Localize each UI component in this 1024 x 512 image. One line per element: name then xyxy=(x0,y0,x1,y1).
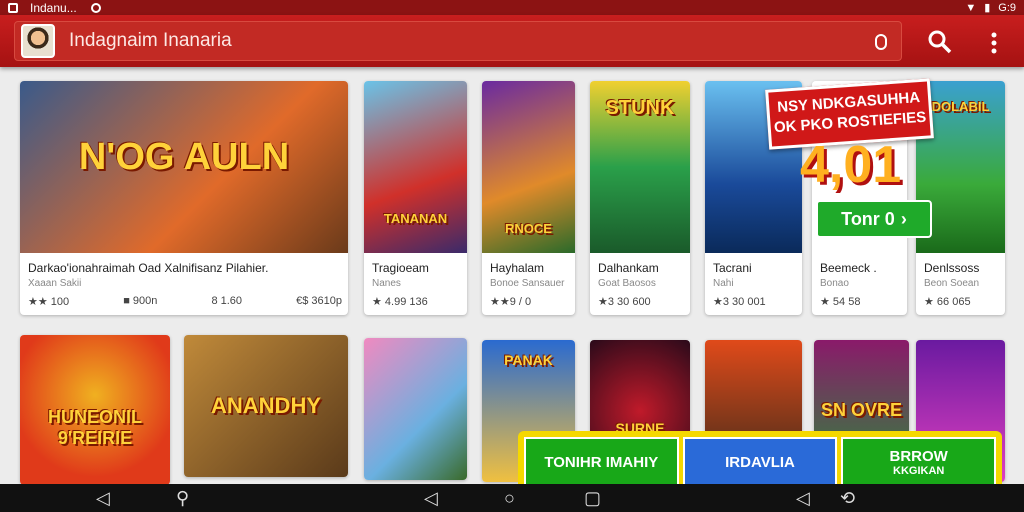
search-icon[interactable] xyxy=(926,29,954,57)
clock: G:9 xyxy=(998,1,1016,14)
game-art: HUNEONIL 9'REIRIE xyxy=(20,335,170,485)
game-title: Denlssoss xyxy=(924,261,980,275)
game-subtitle: Bonao xyxy=(820,278,849,289)
game-art: N'OG AULN xyxy=(20,81,348,253)
game-subtitle: Xaaan Sakii xyxy=(28,278,82,289)
game-rating: ★★9 / 0 xyxy=(490,296,532,308)
game-card[interactable]: HUNEONIL 9'REIRIE xyxy=(20,335,170,485)
sync-icon xyxy=(90,2,101,13)
game-rating: ★★ 100 xyxy=(28,296,70,308)
app-bar: Indagnaim Inanaria xyxy=(0,15,1024,67)
wifi-icon: ▼ xyxy=(965,1,977,14)
promo-button[interactable]: Tonr 0 › xyxy=(816,200,932,238)
search-icon[interactable]: ⚲ xyxy=(176,488,189,508)
game-card[interactable]: RNOCE Hayhalam Bonoe Sansauer ★★9 / 0 xyxy=(482,81,575,315)
game-rating: ★ 4.99 136 xyxy=(372,296,428,308)
game-title: Tacrani xyxy=(713,261,752,275)
game-art: TANANAN xyxy=(364,81,467,253)
back-icon[interactable]: ◁ xyxy=(96,488,110,508)
recents-icon[interactable]: ▢ xyxy=(584,488,601,508)
home-icon[interactable]: ○ xyxy=(504,488,515,508)
game-card[interactable]: ANANDHY xyxy=(184,335,348,477)
game-price: €$ 3610p xyxy=(296,295,342,307)
more-vert-icon[interactable] xyxy=(980,29,1008,57)
back-icon[interactable]: ◁ xyxy=(424,488,438,508)
promo-price: 4,01 xyxy=(800,136,902,194)
rotate-icon[interactable]: ⟲ xyxy=(840,488,855,508)
mic-icon[interactable] xyxy=(875,34,887,50)
status-app-name: Indanu... xyxy=(30,0,77,15)
action-button-3[interactable]: BRROW KKGIKAN xyxy=(841,437,997,487)
game-subtitle: Goat Baosos xyxy=(598,278,656,289)
avatar[interactable] xyxy=(21,24,55,58)
status-bar: Indanu... ▼ ▮ G:9 xyxy=(0,0,1024,15)
action-button-1[interactable]: TONIHR IMAHIY xyxy=(524,437,679,487)
game-card[interactable]: STUNK Dalhankam Goat Baosos ★3 30 600 xyxy=(590,81,690,315)
game-art: STUNK xyxy=(590,81,690,253)
game-title: Hayhalam xyxy=(490,261,545,275)
game-art: ANANDHY xyxy=(184,335,348,477)
game-title: Dalhankam xyxy=(598,261,659,275)
game-subtitle: Beon Soean xyxy=(924,278,980,289)
game-title: Tragioeam xyxy=(372,261,429,275)
game-title: Beemeck . xyxy=(820,261,877,275)
game-rating: ★3 30 600 xyxy=(598,296,651,308)
game-card[interactable] xyxy=(364,338,467,480)
game-subtitle: Nanes xyxy=(372,278,401,289)
navigation-bar: ◁ ⚲ ◁ ○ ▢ ◁ ⟲ xyxy=(0,484,1024,512)
game-rating: ★ 54 58 xyxy=(820,296,861,308)
game-title: Darkao'ionahraimah Oad Xalnifisanz Pilah… xyxy=(28,261,269,275)
game-rating: ★ 66 065 xyxy=(924,296,971,308)
action-button-3-sublabel: KKGIKAN xyxy=(893,464,945,477)
search-input[interactable]: Indagnaim Inanaria xyxy=(69,30,232,52)
game-stat: 8 1.60 xyxy=(211,295,243,307)
search-bar[interactable]: Indagnaim Inanaria xyxy=(14,21,902,61)
game-subtitle: Nahi xyxy=(713,278,734,289)
action-button-2[interactable]: IRDAVLIA xyxy=(682,437,838,487)
promo-button-label: Tonr 0 xyxy=(841,208,895,229)
back-icon[interactable]: ◁ xyxy=(796,488,810,508)
game-art: RNOCE xyxy=(482,81,575,253)
game-card[interactable]: TANANAN Tragioeam Nanes ★ 4.99 136 xyxy=(364,81,467,315)
action-button-3-label: BRROW xyxy=(889,447,948,465)
featured-game-card[interactable]: N'OG AULN Darkao'ionahraimah Oad Xalnifi… xyxy=(20,81,348,315)
game-stat: ■ 900n xyxy=(123,295,158,307)
game-rating: ★3 30 001 xyxy=(713,296,766,308)
game-art xyxy=(364,338,467,480)
notification-icon xyxy=(8,2,18,13)
game-subtitle: Bonoe Sansauer xyxy=(490,278,565,289)
battery-icon: ▮ xyxy=(984,2,991,14)
chevron-right-icon: › xyxy=(900,208,907,229)
